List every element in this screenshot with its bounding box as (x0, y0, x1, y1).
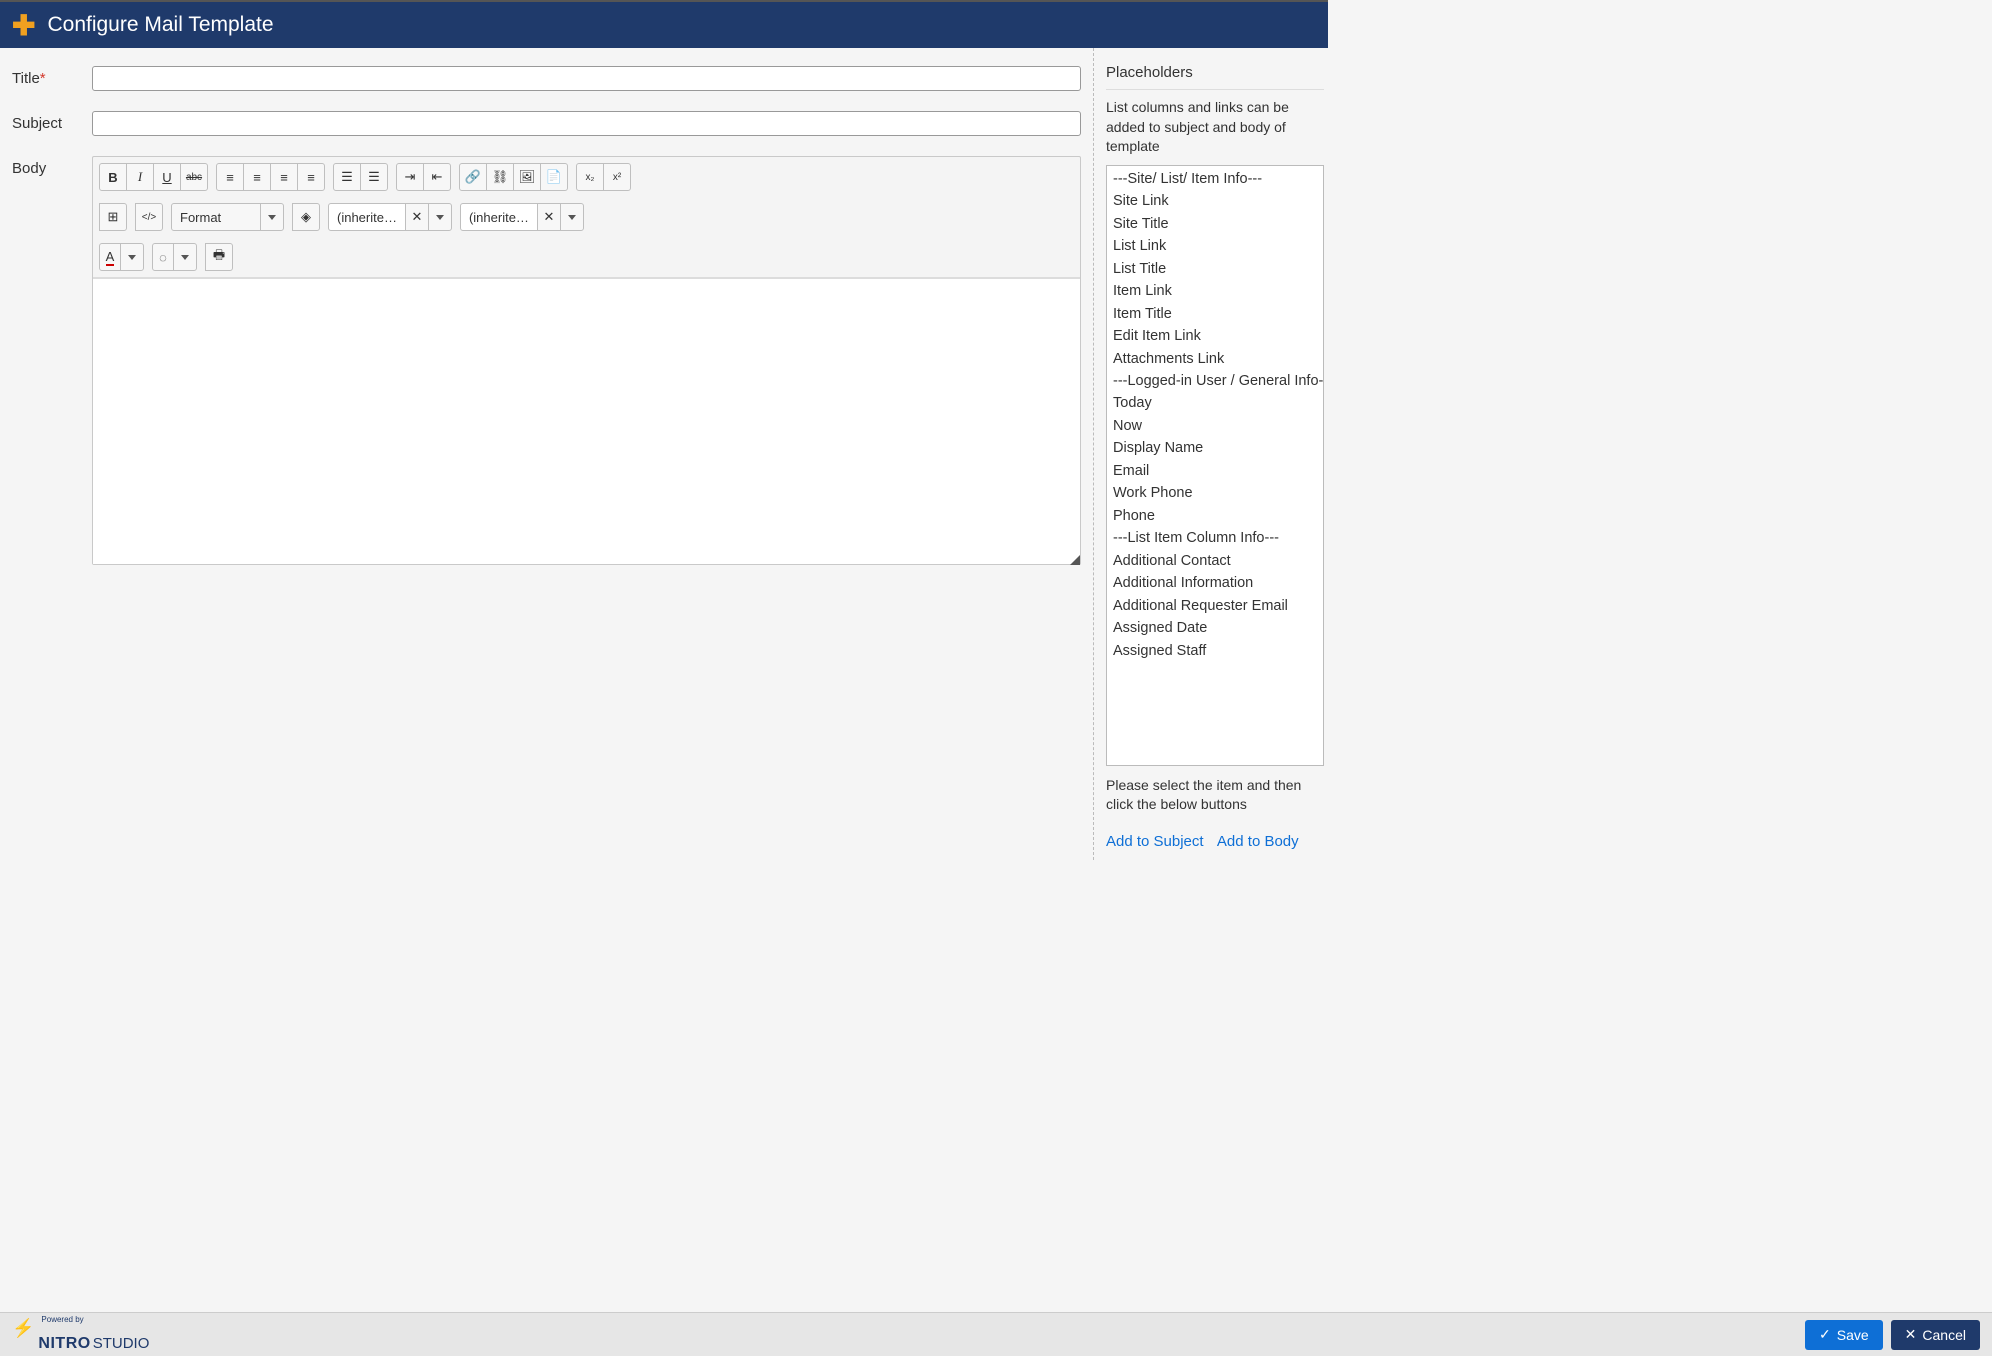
strikethrough-button[interactable]: abc (180, 163, 208, 191)
placeholder-item[interactable]: Email (1111, 460, 1319, 482)
cancel-button-label: Cancel (1922, 1327, 1966, 1343)
placeholders-instruction: Please select the item and then click th… (1106, 776, 1324, 815)
bullet-list-button[interactable]: ☰ (333, 163, 361, 191)
bolt-icon: ⚡ (12, 1318, 34, 1339)
font-size-select[interactable]: (inherite… (460, 203, 538, 231)
clear-format-button[interactable]: ◈ (292, 203, 320, 231)
font-size-clear-button[interactable]: ✕ (537, 203, 561, 231)
bold-button[interactable]: B (99, 163, 127, 191)
placeholder-item[interactable]: Today (1111, 392, 1319, 414)
align-center-button[interactable]: ≡ (243, 163, 271, 191)
source-button[interactable]: </> (135, 203, 163, 231)
font-family-dropdown-icon[interactable] (428, 203, 452, 231)
placeholder-item[interactable]: List Link (1111, 235, 1319, 257)
placeholders-heading: Placeholders (1106, 64, 1324, 81)
placeholder-item[interactable]: Item Title (1111, 303, 1319, 325)
add-to-body-link[interactable]: Add to Body (1217, 833, 1299, 850)
placeholder-item[interactable]: Work Phone (1111, 482, 1319, 504)
font-color-dropdown-icon[interactable] (120, 243, 144, 271)
subscript-button[interactable]: x₂ (576, 163, 604, 191)
placeholder-item[interactable]: ---Site/ List/ Item Info--- (1111, 168, 1319, 190)
placeholder-item[interactable]: Assigned Date (1111, 617, 1319, 639)
dialog-header: ✚ Configure Mail Template (0, 0, 1328, 48)
format-dropdown-icon[interactable] (260, 203, 284, 231)
font-color-button[interactable]: A (99, 243, 121, 271)
placeholder-item[interactable]: Site Link (1111, 190, 1319, 212)
align-right-button[interactable]: ≡ (270, 163, 298, 191)
placeholders-description: List columns and links can be added to s… (1106, 98, 1324, 157)
editor-body[interactable] (93, 278, 1080, 564)
file-button[interactable]: 📄 (540, 163, 568, 191)
numbered-list-button[interactable]: ☰ (360, 163, 388, 191)
plus-icon: ✚ (12, 9, 35, 42)
italic-button[interactable]: I (126, 163, 154, 191)
placeholder-item[interactable]: Now (1111, 415, 1319, 437)
add-to-subject-link[interactable]: Add to Subject (1106, 833, 1204, 850)
check-icon: ✓ (1819, 1326, 1831, 1343)
save-button[interactable]: ✓ Save (1805, 1320, 1883, 1350)
cancel-button[interactable]: ✕ Cancel (1891, 1320, 1980, 1350)
placeholder-item[interactable]: ---Logged-in User / General Info--- (1111, 370, 1319, 392)
dialog-footer: ⚡ Powered by NITROSTUDIO ✓ Save ✕ Cancel (0, 1312, 1992, 1356)
title-label: Title* (12, 66, 92, 87)
table-button[interactable]: ⊞ (99, 203, 127, 231)
placeholder-item[interactable]: Display Name (1111, 437, 1319, 459)
brand-bold: NITRO (38, 1335, 90, 1352)
form-area: Title* Subject Body B I (0, 48, 1093, 860)
rich-text-editor: B I U abc ≡ ≡ ≡ ≡ ☰ ☰ (92, 156, 1081, 565)
superscript-button[interactable]: x² (603, 163, 631, 191)
placeholders-list[interactable]: ---Site/ List/ Item Info---Site LinkSite… (1106, 165, 1324, 766)
resize-grip-icon[interactable] (1070, 555, 1080, 565)
dialog-title: Configure Mail Template (47, 13, 273, 37)
underline-button[interactable]: U (153, 163, 181, 191)
powered-by-text: Powered by (41, 1316, 152, 1324)
brand-logo: ⚡ Powered by NITROSTUDIO (12, 1318, 149, 1352)
align-justify-button[interactable]: ≡ (297, 163, 325, 191)
placeholder-item[interactable]: Assigned Staff (1111, 640, 1319, 662)
close-icon: ✕ (1905, 1326, 1917, 1343)
format-select[interactable]: Format (171, 203, 261, 231)
placeholder-item[interactable]: Item Link (1111, 280, 1319, 302)
placeholder-item[interactable]: Site Title (1111, 213, 1319, 235)
placeholder-item[interactable]: Phone (1111, 505, 1319, 527)
placeholder-item[interactable]: Additional Contact (1111, 550, 1319, 572)
print-button[interactable]: 🖶 (205, 243, 233, 271)
indent-button[interactable]: ⇥ (396, 163, 424, 191)
image-button[interactable]: 🖼 (513, 163, 541, 191)
placeholder-item[interactable]: Attachments Link (1111, 348, 1319, 370)
link-button[interactable]: 🔗 (459, 163, 487, 191)
subject-input[interactable] (92, 111, 1081, 136)
placeholder-item[interactable]: Edit Item Link (1111, 325, 1319, 347)
brand-light: STUDIO (93, 1335, 150, 1352)
subject-label: Subject (12, 111, 92, 132)
title-input[interactable] (92, 66, 1081, 91)
placeholder-item[interactable]: Additional Requester Email (1111, 595, 1319, 617)
placeholder-item[interactable]: List Title (1111, 258, 1319, 280)
placeholder-item[interactable]: Additional Information (1111, 572, 1319, 594)
highlight-dropdown-icon[interactable] (173, 243, 197, 271)
highlight-button[interactable]: ◌ (152, 243, 174, 271)
font-family-select[interactable]: (inherite… (328, 203, 406, 231)
placeholder-item[interactable]: ---List Item Column Info--- (1111, 527, 1319, 549)
outdent-button[interactable]: ⇤ (423, 163, 451, 191)
body-label: Body (12, 156, 92, 177)
font-family-clear-button[interactable]: ✕ (405, 203, 429, 231)
font-size-dropdown-icon[interactable] (560, 203, 584, 231)
unlink-button[interactable]: ⛓ (486, 163, 514, 191)
placeholders-panel: Placeholders List columns and links can … (1093, 48, 1328, 860)
save-button-label: Save (1837, 1327, 1869, 1343)
align-left-button[interactable]: ≡ (216, 163, 244, 191)
